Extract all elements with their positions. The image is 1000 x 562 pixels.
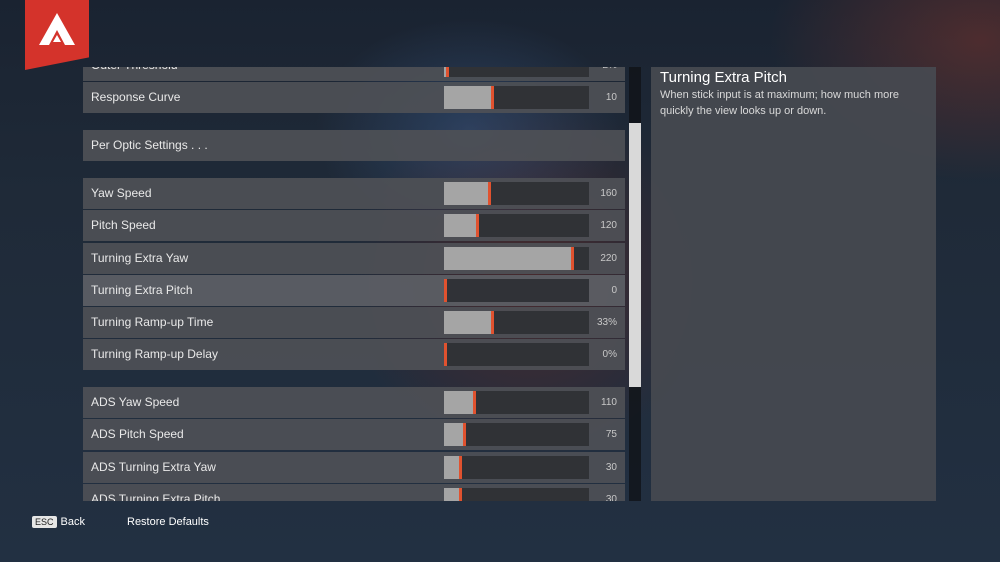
setting-label: ADS Turning Extra Pitch: [91, 492, 221, 501]
slider-handle[interactable]: [476, 214, 479, 237]
setting-row[interactable]: Response Curve 10: [83, 82, 625, 113]
setting-label: Turning Extra Pitch: [91, 283, 193, 297]
setting-label: Turning Ramp-up Time: [91, 315, 214, 329]
setting-slider[interactable]: [444, 488, 589, 501]
slider-handle[interactable]: [459, 456, 462, 479]
setting-row[interactable]: Turning Extra Yaw 220: [83, 243, 625, 274]
info-panel-description: When stick input is at maximum; how much…: [660, 89, 900, 117]
settings-list: Outer Threshold 2% Response Curve 10 Per Opt…: [83, 67, 625, 501]
slider-fill: [444, 423, 464, 446]
setting-slider[interactable]: [444, 279, 589, 302]
scrollbar[interactable]: [629, 67, 641, 501]
setting-row[interactable]: ADS Turning Extra Yaw 30: [83, 452, 625, 483]
slider-fill: [444, 488, 460, 501]
setting-slider[interactable]: [444, 67, 589, 77]
setting-slider[interactable]: [444, 311, 589, 334]
setting-label: Turning Ramp-up Delay: [91, 347, 218, 361]
setting-row[interactable]: Yaw Speed 160: [83, 178, 625, 209]
setting-value: 10: [605, 92, 617, 103]
setting-slider[interactable]: [444, 182, 589, 205]
setting-value: 2%: [603, 67, 617, 81]
slider-handle[interactable]: [463, 423, 466, 446]
back-button[interactable]: ESC Back: [32, 516, 85, 529]
setting-value: 0%: [602, 349, 617, 360]
setting-slider[interactable]: [444, 86, 589, 109]
restore-defaults-button[interactable]: Restore Defaults: [127, 516, 209, 528]
setting-slider[interactable]: [444, 343, 589, 366]
setting-value: 75: [605, 429, 617, 440]
slider-handle[interactable]: [444, 343, 447, 366]
setting-row[interactable]: Outer Threshold 2%: [83, 67, 625, 81]
slider-fill: [444, 182, 489, 205]
setting-value: 160: [600, 188, 617, 199]
setting-row[interactable]: Turning Ramp-up Time 33%: [83, 307, 625, 338]
setting-value: 120: [600, 220, 617, 231]
setting-label: Per Optic Settings . . .: [91, 138, 208, 152]
setting-slider[interactable]: [444, 456, 589, 479]
setting-slider[interactable]: [444, 214, 589, 237]
slider-fill: [444, 311, 492, 334]
setting-label: Outer Threshold: [91, 67, 178, 81]
setting-value: 30: [605, 494, 617, 501]
slider-fill: [444, 247, 572, 270]
setting-slider[interactable]: [444, 391, 589, 414]
setting-label: Yaw Speed: [91, 186, 152, 200]
setting-row[interactable]: ADS Turning Extra Pitch 30: [83, 484, 625, 501]
slider-handle[interactable]: [488, 182, 491, 205]
setting-label: ADS Turning Extra Yaw: [91, 460, 216, 474]
setting-slider[interactable]: [444, 423, 589, 446]
setting-row[interactable]: Pitch Speed 120: [83, 210, 625, 241]
setting-row[interactable]: Turning Extra Pitch 0: [83, 275, 625, 306]
setting-value: 110: [601, 397, 617, 408]
setting-value: 33%: [596, 317, 617, 328]
info-panel-title: Turning Extra Pitch: [660, 69, 787, 86]
scrollbar-thumb[interactable]: [629, 123, 641, 387]
slider-fill: [444, 214, 477, 237]
slider-handle[interactable]: [459, 488, 462, 501]
setting-label: Turning Extra Yaw: [91, 251, 189, 265]
slider-fill: [444, 456, 460, 479]
slider-handle[interactable]: [571, 247, 574, 270]
setting-value: 220: [600, 253, 617, 264]
setting-row[interactable]: ADS Yaw Speed 110: [83, 387, 625, 418]
slider-handle[interactable]: [491, 311, 494, 334]
esc-key-icon: ESC: [32, 516, 57, 529]
slider-handle[interactable]: [446, 67, 449, 77]
setting-label: ADS Pitch Speed: [91, 427, 184, 441]
setting-label: Response Curve: [91, 90, 181, 104]
setting-slider[interactable]: [444, 247, 589, 270]
setting-row[interactable]: ADS Pitch Speed 75: [83, 419, 625, 450]
setting-label: ADS Yaw Speed: [91, 395, 180, 409]
per-optic-settings-button[interactable]: Per Optic Settings . . .: [83, 130, 625, 161]
info-panel: Turning Extra Pitch When stick input is …: [651, 67, 936, 501]
setting-value: 0: [611, 285, 617, 296]
back-label: Back: [60, 516, 85, 528]
setting-row[interactable]: Turning Ramp-up Delay 0%: [83, 339, 625, 370]
slider-handle[interactable]: [473, 391, 476, 414]
slider-handle[interactable]: [491, 86, 494, 109]
slider-handle[interactable]: [444, 279, 447, 302]
slider-fill: [444, 391, 474, 414]
setting-value: 30: [605, 462, 617, 473]
apex-logo-icon: [25, 0, 89, 70]
slider-fill: [444, 86, 492, 109]
setting-label: Pitch Speed: [91, 218, 156, 232]
